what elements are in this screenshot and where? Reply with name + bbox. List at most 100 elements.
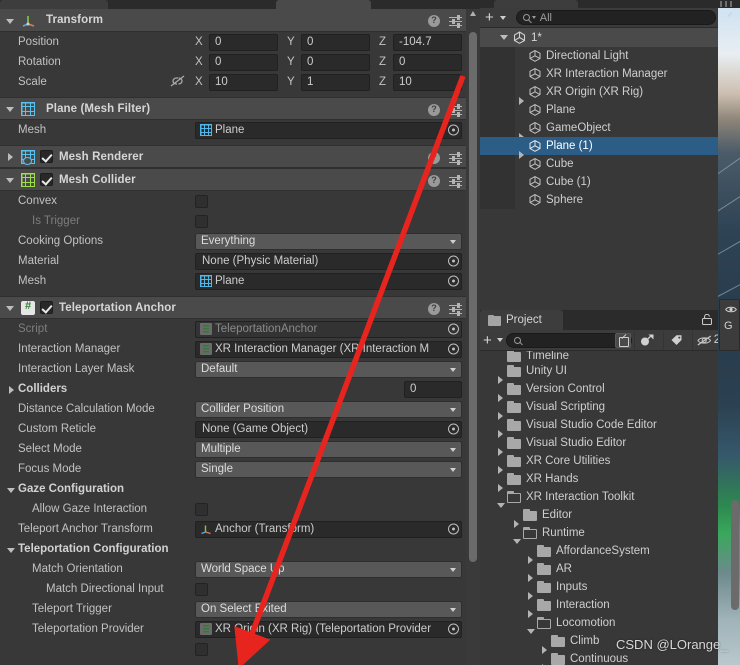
hierarchy-item-cube-1[interactable]: Cube (1) bbox=[480, 173, 740, 191]
project-item-unity-ui[interactable]: Unity UI bbox=[480, 362, 740, 384]
rotation-y-field[interactable]: 0 bbox=[301, 53, 370, 71]
scroll-up-arrow-icon[interactable] bbox=[470, 11, 476, 16]
hierarchy-item-plane-1[interactable]: Plane (1) bbox=[480, 137, 740, 159]
project-item-xr-core-utilities[interactable]: XR Core Utilities bbox=[480, 452, 740, 474]
project-item-locomotion[interactable]: Locomotion bbox=[480, 614, 740, 634]
hierarchy-item-xr-interaction-manager[interactable]: XR Interaction Manager bbox=[480, 65, 740, 83]
project-item-visual-scripting[interactable]: Visual Scripting bbox=[480, 398, 740, 420]
inspector-tab[interactable] bbox=[0, 0, 108, 9]
row-teleportation-configuration[interactable]: Teleportation Configuration bbox=[0, 539, 480, 559]
project-search-input[interactable] bbox=[505, 332, 632, 348]
allow-gaze-interaction-checkbox[interactable] bbox=[195, 502, 208, 516]
scale-y-field[interactable]: 1 bbox=[301, 73, 370, 91]
help-icon[interactable]: ? bbox=[428, 14, 440, 27]
component-header-mesh-collider[interactable]: Mesh Collider ? bbox=[0, 168, 480, 191]
position-z-field[interactable]: -104.7 bbox=[393, 33, 462, 51]
filter-by-label-button[interactable] bbox=[662, 330, 689, 350]
foldout-arrow-icon[interactable] bbox=[500, 35, 508, 40]
add-object-button[interactable]: + bbox=[484, 10, 495, 25]
project-item-ar[interactable]: AR bbox=[480, 560, 740, 582]
hierarchy-item-sphere[interactable]: Sphere bbox=[480, 191, 740, 209]
component-header-mesh-renderer[interactable]: Mesh Renderer ? bbox=[0, 145, 480, 168]
component-header-transform[interactable]: Transform ? bbox=[0, 9, 480, 32]
foldout-arrow-icon[interactable] bbox=[4, 150, 17, 163]
scale-z-field[interactable]: 10 bbox=[393, 73, 462, 91]
adjacent-tab[interactable] bbox=[276, 0, 371, 9]
project-item-inputs[interactable]: Inputs bbox=[480, 578, 740, 600]
hierarchy-item-xr-origin[interactable]: XR Origin (XR Rig) bbox=[480, 83, 740, 105]
foldout-arrow-icon[interactable] bbox=[5, 543, 18, 556]
foldout-arrow-icon[interactable] bbox=[4, 102, 17, 115]
teleportation-provider-object-field[interactable]: XR Origin (XR Rig) (Teleportation Provid… bbox=[195, 620, 462, 638]
row-gaze-configuration[interactable]: Gaze Configuration bbox=[0, 479, 480, 499]
colliders-count-field[interactable]: 0 bbox=[404, 380, 462, 398]
help-icon[interactable]: ? bbox=[428, 103, 440, 116]
constrain-proportions-off-icon[interactable] bbox=[170, 75, 185, 87]
focus-mode-dropdown[interactable]: Single bbox=[195, 460, 462, 478]
project-item-editor[interactable]: Editor bbox=[480, 506, 740, 528]
chevron-down-icon[interactable] bbox=[496, 338, 503, 342]
scene-gizmo-overlay[interactable]: G bbox=[719, 299, 740, 351]
collider-mesh-object-field[interactable]: Plane bbox=[195, 272, 462, 290]
object-picker-icon[interactable] bbox=[448, 124, 459, 136]
project-item-timeline[interactable]: Timeline bbox=[480, 351, 740, 362]
object-picker-icon[interactable] bbox=[448, 623, 459, 635]
material-object-field[interactable]: None (Physic Material) bbox=[195, 252, 462, 270]
project-item-version-control[interactable]: Version Control bbox=[480, 380, 740, 402]
filter-by-type-button[interactable] bbox=[633, 330, 660, 350]
select-mode-dropdown[interactable]: Multiple bbox=[195, 440, 462, 458]
component-enabled-checkbox[interactable] bbox=[40, 301, 53, 314]
hierarchy-scene-row[interactable]: 1* bbox=[480, 28, 740, 47]
project-item-affordancesystem[interactable]: AffordanceSystem bbox=[480, 542, 740, 564]
hierarchy-item-directional-light[interactable]: Directional Light bbox=[480, 47, 740, 65]
component-enabled-checkbox[interactable] bbox=[40, 173, 53, 186]
project-item-visual-studio-editor[interactable]: Visual Studio Editor bbox=[480, 434, 740, 456]
preset-icon[interactable] bbox=[449, 14, 462, 28]
convex-checkbox[interactable] bbox=[195, 194, 208, 208]
preset-icon[interactable] bbox=[449, 151, 462, 165]
project-item-xr-interaction-toolkit[interactable]: XR Interaction Toolkit bbox=[480, 488, 740, 508]
lock-icon[interactable] bbox=[701, 313, 713, 326]
object-picker-icon[interactable] bbox=[448, 343, 459, 355]
chevron-down-icon[interactable] bbox=[499, 15, 506, 20]
hierarchy-item-plane[interactable]: Plane bbox=[480, 101, 740, 119]
project-item-xr-hands[interactable]: XR Hands bbox=[480, 470, 740, 492]
foldout-arrow-icon[interactable] bbox=[4, 173, 17, 186]
rotation-z-field[interactable]: 0 bbox=[393, 53, 462, 71]
hierarchy-item-gameobject[interactable]: GameObject bbox=[480, 119, 740, 141]
help-icon[interactable]: ? bbox=[428, 151, 440, 164]
create-asset-button[interactable]: + bbox=[482, 333, 493, 348]
foldout-arrow-icon[interactable] bbox=[4, 301, 17, 314]
project-item-visual-studio-code-editor[interactable]: Visual Studio Code Editor bbox=[480, 416, 740, 438]
component-header-mesh-filter[interactable]: Plane (Mesh Filter) ? bbox=[0, 97, 480, 120]
scene-scrollbar-thumb[interactable] bbox=[731, 500, 739, 610]
scale-x-field[interactable]: 10 bbox=[209, 73, 278, 91]
open-in-window-icon[interactable] bbox=[614, 332, 631, 348]
preset-icon[interactable] bbox=[449, 174, 462, 188]
object-picker-icon[interactable] bbox=[448, 275, 459, 287]
project-item-continuous[interactable]: Continuous bbox=[480, 650, 740, 665]
help-icon[interactable]: ? bbox=[428, 302, 440, 315]
teleport-anchor-transform-object-field[interactable]: Anchor (Transform) bbox=[195, 520, 462, 538]
help-icon[interactable]: ? bbox=[428, 174, 440, 187]
preset-icon[interactable] bbox=[449, 302, 462, 316]
foldout-arrow-icon[interactable] bbox=[5, 383, 18, 396]
interaction-layer-mask-dropdown[interactable]: Default bbox=[195, 360, 462, 378]
object-picker-icon[interactable] bbox=[448, 523, 459, 535]
chevron-down-icon[interactable] bbox=[531, 16, 536, 19]
object-picker-icon[interactable] bbox=[448, 255, 459, 267]
hierarchy-tab[interactable] bbox=[494, 0, 578, 8]
interaction-manager-object-field[interactable]: XR Interaction Manager (XR Interaction M bbox=[195, 340, 462, 358]
hierarchy-item-cube[interactable]: Cube bbox=[480, 155, 740, 173]
teleport-trigger-dropdown[interactable]: On Select Exited bbox=[195, 600, 462, 618]
next-checkbox[interactable] bbox=[195, 642, 208, 656]
match-orientation-dropdown[interactable]: World Space Up bbox=[195, 560, 462, 578]
hierarchy-search-input[interactable]: All bbox=[515, 10, 716, 25]
scene-view-sliver[interactable]: G bbox=[718, 0, 740, 665]
custom-reticle-object-field[interactable]: None (Game Object) bbox=[195, 420, 462, 438]
preset-icon[interactable] bbox=[449, 103, 462, 117]
cooking-options-dropdown[interactable]: Everything bbox=[195, 232, 462, 250]
distance-calculation-mode-dropdown[interactable]: Collider Position bbox=[195, 400, 462, 418]
match-directional-input-checkbox[interactable] bbox=[195, 582, 208, 596]
inspector-scrollbar[interactable] bbox=[466, 9, 480, 665]
